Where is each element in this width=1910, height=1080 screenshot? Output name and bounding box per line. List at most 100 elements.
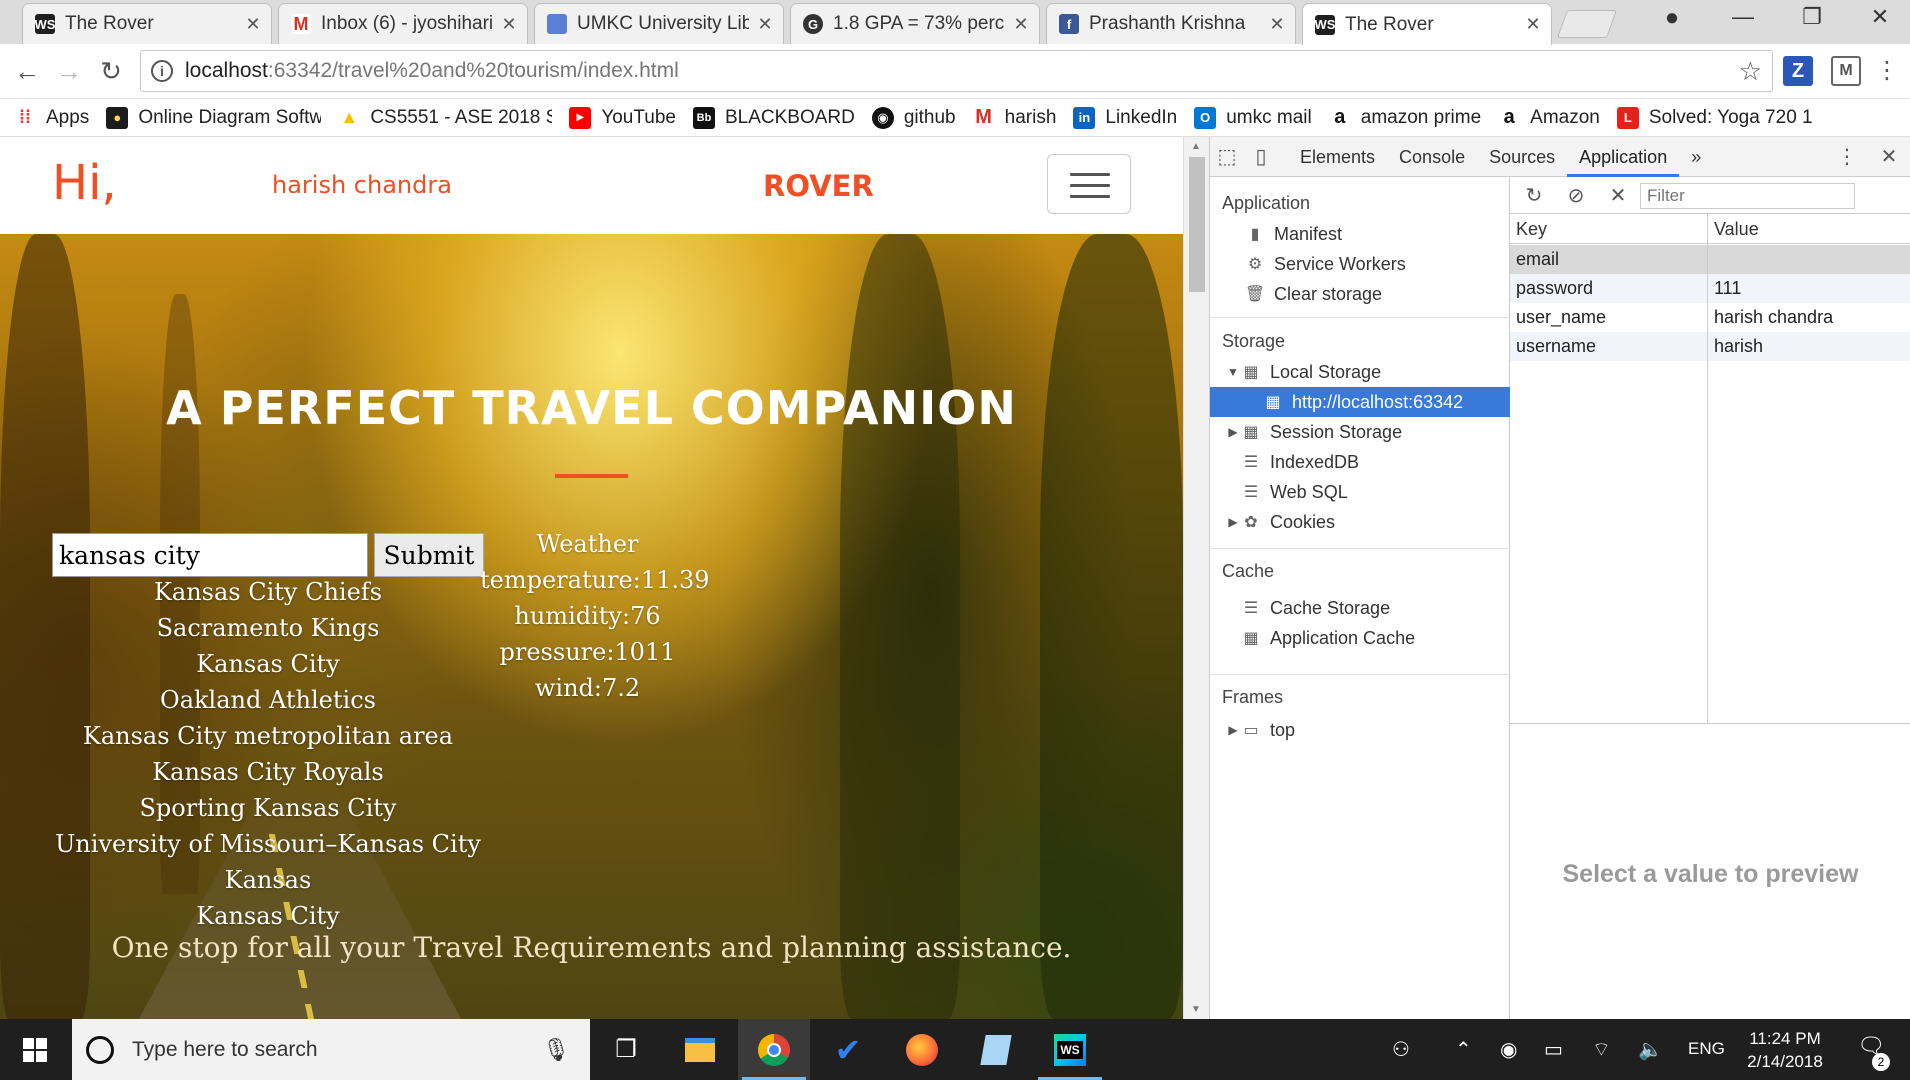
bookmark-item[interactable]: Bb BLACKBOARD	[692, 106, 855, 129]
cortana-icon[interactable]	[86, 1035, 114, 1064]
sidebar-item-cache-storage[interactable]: ☰ Cache Storage	[1210, 593, 1510, 623]
todo-checkmark-icon[interactable]: ✔	[812, 1019, 884, 1080]
close-icon[interactable]: ✕	[1013, 14, 1029, 35]
restore-icon[interactable]: ❐	[1792, 4, 1832, 30]
scrollbar-thumb[interactable]	[1189, 157, 1205, 292]
table-row[interactable]: password 111	[1510, 274, 1910, 303]
new-tab-button[interactable]	[1556, 10, 1618, 38]
close-icon[interactable]: ✕	[1269, 14, 1285, 35]
notepad-icon[interactable]	[960, 1019, 1032, 1080]
scroll-down-icon[interactable]: ▼	[1191, 1004, 1201, 1015]
record-icon[interactable]: ◉	[1500, 1037, 1517, 1062]
volume-icon[interactable]: 🔈	[1638, 1037, 1663, 1062]
delete-selected-icon[interactable]: ✕	[1604, 183, 1632, 208]
result-item[interactable]: Oakland Athletics	[52, 682, 484, 718]
sidebar-item-manifest[interactable]: ▮ Manifest	[1210, 219, 1510, 249]
more-tabs-icon[interactable]: »	[1679, 137, 1713, 177]
chrome-icon[interactable]	[738, 1019, 810, 1080]
result-item[interactable]: Sacramento Kings	[52, 610, 484, 646]
zotero-extension-icon[interactable]: Z	[1783, 56, 1813, 86]
sidebar-item-indexeddb[interactable]: ☰ IndexedDB	[1210, 447, 1510, 477]
sidebar-item-application-cache[interactable]: ▦ Application Cache	[1210, 623, 1510, 653]
result-item[interactable]: Kansas	[52, 862, 484, 898]
firefox-icon[interactable]	[886, 1019, 958, 1080]
microphone-icon[interactable]: 🎙	[542, 1037, 570, 1063]
bookmark-item[interactable]: in LinkedIn	[1073, 106, 1177, 129]
devtools-menu-icon[interactable]: ⋮	[1830, 140, 1864, 174]
bookmark-apps[interactable]: ⁞⁞ Apps	[14, 107, 89, 129]
task-view-icon[interactable]: ❐	[590, 1019, 662, 1080]
brand-logo[interactable]: ROVER	[763, 169, 874, 203]
close-icon[interactable]: ✕	[501, 14, 517, 35]
expanded-triangle-icon[interactable]: ▼	[1226, 365, 1240, 379]
table-row[interactable]: user_name harish chandra	[1510, 303, 1910, 332]
column-divider[interactable]	[1707, 214, 1708, 724]
minimize-icon[interactable]: —	[1723, 4, 1763, 30]
result-item[interactable]: Kansas City metropolitan area	[52, 718, 484, 754]
bookmark-item[interactable]: Oumkc mail	[1194, 106, 1312, 129]
start-button[interactable]	[0, 1019, 70, 1080]
chevron-up-icon[interactable]: ⌃	[1455, 1037, 1472, 1062]
browser-tab[interactable]: M Inbox (6) - jyoshihari ✕	[278, 3, 528, 44]
bookmark-item[interactable]: Mharish	[973, 107, 1056, 129]
table-row[interactable]: email	[1510, 245, 1910, 274]
wifi-icon[interactable]: ⌔	[1592, 1037, 1611, 1062]
devtools-close-icon[interactable]: ✕	[1872, 140, 1906, 174]
table-row[interactable]: username harish	[1510, 332, 1910, 361]
reload-icon[interactable]: ↻	[94, 54, 128, 88]
window-close-icon[interactable]: ✕	[1860, 4, 1900, 30]
back-arrow-icon[interactable]: ←	[10, 54, 44, 88]
sidebar-item-local-origin[interactable]: ▦ http://localhost:63342	[1210, 387, 1510, 417]
browser-tab[interactable]: f Prashanth Krishna ✕	[1046, 3, 1296, 44]
sidebar-item-cookies[interactable]: ▶ ✿ Cookies	[1210, 507, 1510, 537]
bookmark-item[interactable]: ◉ github	[871, 106, 956, 129]
forward-arrow-icon[interactable]: →	[52, 54, 86, 88]
browser-tab-active[interactable]: WS The Rover ✕	[1302, 3, 1552, 45]
collapsed-triangle-icon[interactable]: ▶	[1226, 515, 1240, 529]
sidebar-item-local-storage[interactable]: ▼ ▦ Local Storage	[1210, 357, 1510, 387]
language-indicator[interactable]: ENG	[1688, 1039, 1725, 1059]
collapsed-triangle-icon[interactable]: ▶	[1226, 425, 1240, 439]
people-icon[interactable]: ⚇	[1392, 1037, 1410, 1062]
tab-elements[interactable]: Elements	[1288, 137, 1387, 177]
column-header-key[interactable]: Key	[1510, 214, 1707, 244]
result-item[interactable]: Kansas City Chiefs	[52, 574, 484, 610]
profile-icon[interactable]: ●	[1652, 4, 1692, 32]
result-item[interactable]: Kansas City	[52, 898, 484, 934]
result-item[interactable]: University of Missouri–Kansas City	[52, 826, 484, 862]
filter-input[interactable]	[1640, 183, 1855, 209]
submit-button[interactable]: Submit	[374, 533, 484, 577]
browser-tab[interactable]: UMKC University Libr ✕	[534, 3, 784, 44]
city-search-input[interactable]	[52, 533, 368, 577]
sidebar-item-frame-top[interactable]: ▶ ▭ top	[1210, 715, 1510, 745]
hamburger-menu-button[interactable]	[1047, 154, 1131, 214]
clear-all-icon[interactable]: ⊘	[1562, 183, 1590, 208]
menu-kebab-icon[interactable]: ⋮	[1870, 54, 1904, 88]
sidebar-item-clear-storage[interactable]: 🗑 Clear storage	[1210, 279, 1510, 309]
scroll-up-icon[interactable]: ▲	[1191, 141, 1201, 152]
browser-tab[interactable]: WS The Rover ✕	[22, 3, 272, 44]
site-info-icon[interactable]: i	[151, 60, 173, 82]
sidebar-item-web-sql[interactable]: ☰ Web SQL	[1210, 477, 1510, 507]
bookmark-item[interactable]: a amazon prime	[1329, 107, 1481, 129]
close-icon[interactable]: ✕	[245, 14, 261, 35]
bookmark-item[interactable]: ▲ CS5551 - ASE 2018 Sp	[338, 107, 552, 129]
result-item[interactable]: Sporting Kansas City	[52, 790, 484, 826]
close-icon[interactable]: ✕	[757, 14, 773, 35]
bookmark-item[interactable]: L Solved: Yoga 720 13"	[1616, 106, 1812, 129]
bookmark-item[interactable]: a Amazon	[1498, 107, 1600, 129]
tab-console[interactable]: Console	[1387, 137, 1477, 177]
address-bar[interactable]: i localhost:63342/travel%20and%20tourism…	[140, 50, 1773, 92]
file-explorer-icon[interactable]	[664, 1019, 736, 1080]
page-scrollbar[interactable]: ▲ ▼	[1183, 137, 1209, 1019]
device-toolbar-icon[interactable]: ▯	[1244, 140, 1278, 174]
result-item[interactable]: Kansas City Royals	[52, 754, 484, 790]
bookmark-item[interactable]: ▶ YouTube	[569, 106, 676, 129]
clock[interactable]: 11:24 PM 2/14/2018	[1735, 1027, 1835, 1073]
result-item[interactable]: Kansas City	[52, 646, 484, 682]
collapsed-triangle-icon[interactable]: ▶	[1226, 723, 1240, 737]
close-icon[interactable]: ✕	[1525, 14, 1541, 35]
column-header-value[interactable]: Value	[1708, 214, 1910, 244]
sidebar-item-session-storage[interactable]: ▶ ▦ Session Storage	[1210, 417, 1510, 447]
battery-icon[interactable]: ▭	[1544, 1037, 1563, 1062]
